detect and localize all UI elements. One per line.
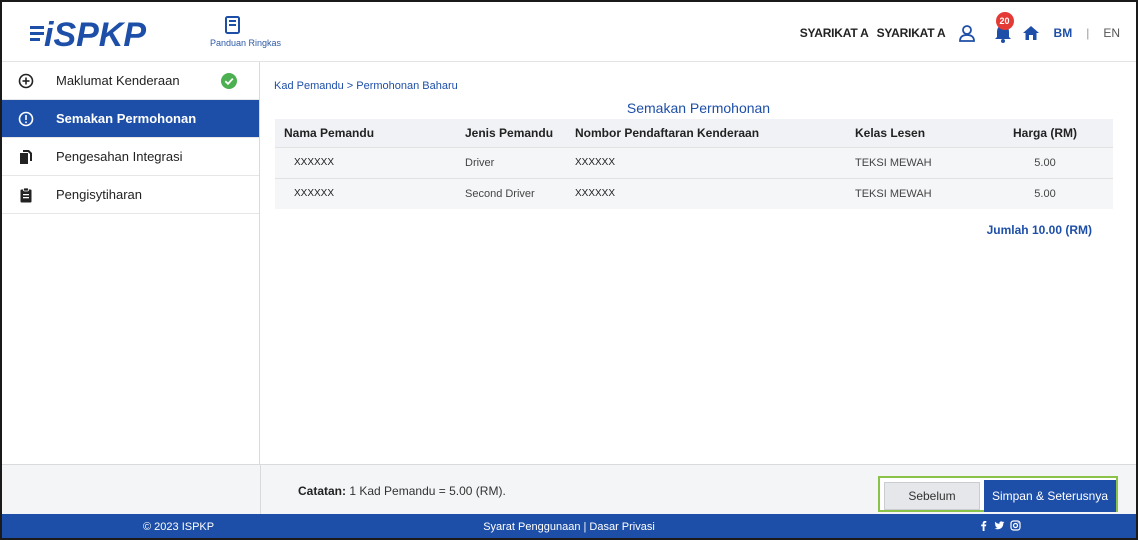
- home-icon[interactable]: [1022, 24, 1040, 42]
- info-circle-icon: [18, 111, 34, 127]
- cell-harga: 5.00: [977, 146, 1113, 178]
- main-content: Kad Pemandu > Permohonan Baharu Semakan …: [261, 62, 1136, 464]
- application-table: Nama Pemandu Jenis Pemandu Nombor Pendaf…: [275, 119, 1113, 209]
- sidebar: Maklumat Kenderaan Semakan Permohonan Pe…: [2, 62, 260, 464]
- quick-guide[interactable]: Panduan Ringkas: [210, 16, 281, 50]
- breadcrumb[interactable]: Kad Pemandu > Permohonan Baharu: [274, 80, 458, 92]
- lang-bm-link[interactable]: BM: [1054, 26, 1073, 40]
- table-row: XXXXXX Driver XXXXXX TEKSI MEWAH 5.00: [275, 146, 1113, 178]
- ispkp-logo[interactable]: iSPKP: [30, 12, 210, 54]
- table-row: XXXXXX Second Driver XXXXXX TEKSI MEWAH …: [275, 177, 1113, 209]
- cell-nama: XXXXXX: [275, 146, 461, 178]
- app-window: iSPKP Panduan Ringkas SYARIKAT A SYARIKA…: [0, 0, 1138, 540]
- twitter-icon[interactable]: [994, 520, 1005, 531]
- company-name: SYARIKAT A: [799, 26, 869, 40]
- cell-nombor: XXXXXX: [571, 146, 849, 178]
- sidebar-item-pengisytiharan[interactable]: Pengisytiharan: [2, 176, 259, 214]
- footer: © 2023 ISPKP Syarat Penggunaan | Dasar P…: [2, 514, 1136, 538]
- sidebar-item-semakan-permohonan[interactable]: Semakan Permohonan: [2, 100, 259, 138]
- sidebar-item-label: Pengisytiharan: [56, 187, 142, 202]
- cell-harga: 5.00: [977, 177, 1113, 209]
- user-icon[interactable]: [958, 24, 976, 42]
- logo-text: iSPKP: [44, 16, 146, 52]
- check-circle-icon: [221, 73, 237, 89]
- col-kelas-lesen: Kelas Lesen: [849, 119, 977, 147]
- action-bar: Catatan: 1 Kad Pemandu = 5.00 (RM). Sebe…: [261, 464, 1136, 514]
- facebook-icon[interactable]: [978, 520, 989, 531]
- sidebar-bottom-filler: [2, 464, 261, 514]
- instagram-icon[interactable]: [1010, 520, 1021, 531]
- sidebar-item-maklumat-kenderaan[interactable]: Maklumat Kenderaan: [2, 62, 259, 100]
- navigation-buttons: Sebelum Simpan & Seterusnya: [878, 476, 1118, 512]
- col-harga: Harga (RM): [977, 119, 1113, 147]
- guide-label: Panduan Ringkas: [210, 38, 282, 48]
- cell-nombor: XXXXXX: [571, 177, 849, 209]
- cell-kelas: TEKSI MEWAH: [849, 146, 977, 178]
- sidebar-item-label: Maklumat Kenderaan: [56, 73, 180, 88]
- note-label: Catatan:: [298, 484, 347, 498]
- lang-separator: |: [1086, 26, 1090, 40]
- clipboard-icon: [20, 187, 32, 203]
- note: Catatan: 1 Kad Pemandu = 5.00 (RM).: [298, 484, 506, 498]
- cell-nama: XXXXXX: [275, 177, 461, 209]
- footer-links[interactable]: Syarat Penggunaan | Dasar Privasi: [2, 521, 1136, 533]
- col-nama-pemandu: Nama Pemandu: [275, 119, 461, 147]
- notification-bell[interactable]: 20: [992, 12, 1014, 44]
- note-text: 1 Kad Pemandu = 5.00 (RM).: [349, 484, 506, 498]
- lang-en-link[interactable]: EN: [1103, 26, 1120, 40]
- total-amount: Jumlah 10.00 (RM): [986, 223, 1092, 237]
- top-header: iSPKP Panduan Ringkas SYARIKAT A SYARIKA…: [2, 2, 1136, 62]
- sidebar-item-pengesahan-integrasi[interactable]: Pengesahan Integrasi: [2, 138, 259, 176]
- cell-jenis: Second Driver: [461, 177, 571, 209]
- book-icon: [225, 16, 240, 34]
- save-and-next-button[interactable]: Simpan & Seterusnya: [984, 480, 1116, 512]
- notification-count-badge: 20: [995, 12, 1014, 30]
- page-title: Semakan Permohonan: [626, 100, 771, 116]
- social-links: [978, 520, 1021, 531]
- sidebar-item-label: Semakan Permohonan: [56, 111, 197, 126]
- cell-kelas: TEKSI MEWAH: [849, 177, 977, 209]
- plus-circle-icon: [18, 73, 34, 89]
- col-jenis-pemandu: Jenis Pemandu: [461, 119, 571, 147]
- documents-icon: [20, 150, 32, 164]
- cell-jenis: Driver: [461, 146, 571, 178]
- company-name-secondary: SYARIKAT A: [876, 26, 946, 40]
- header-right: SYARIKAT A SYARIKAT A 20 BM | EN: [799, 12, 1120, 46]
- sidebar-item-label: Pengesahan Integrasi: [56, 149, 183, 164]
- col-nombor-pendaftaran: Nombor Pendaftaran Kenderaan: [571, 119, 849, 147]
- previous-button[interactable]: Sebelum: [884, 482, 980, 510]
- table-header-row: Nama Pemandu Jenis Pemandu Nombor Pendaf…: [275, 119, 1113, 147]
